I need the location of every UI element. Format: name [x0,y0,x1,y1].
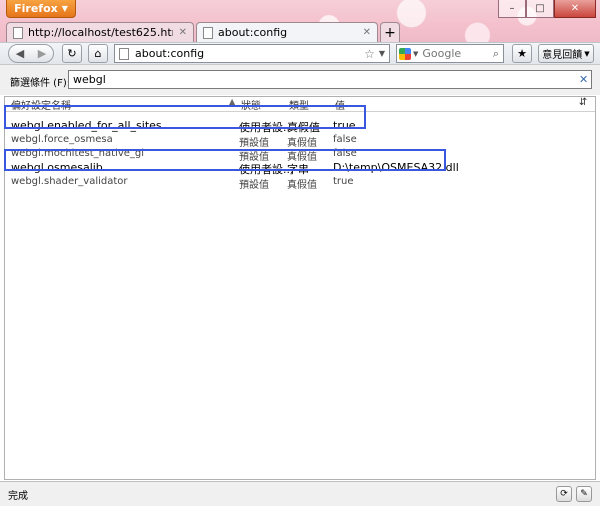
close-window-button[interactable]: ✕ [554,0,596,18]
close-tab-icon[interactable]: ✕ [363,27,371,38]
status-bar: 完成 ⟳ ✎ [0,481,600,506]
back-arrow-icon[interactable]: ◀ [16,47,24,60]
column-header-type[interactable]: 類型 [289,97,309,112]
feedback-label: 意見回饋 [542,50,583,61]
pref-status: 預設值 [239,180,269,191]
url-input[interactable] [135,47,365,60]
close-tab-icon[interactable]: ✕ [179,27,187,38]
pref-value: true [333,119,356,132]
tab-about-config[interactable]: about:config ✕ [196,22,378,42]
bookmark-star-icon[interactable]: ☆ [364,47,375,61]
table-row[interactable]: webgl.shader_validator 預設值 真假值 true [5,176,595,191]
status-icons: ⟳ ✎ [556,486,592,502]
pref-name: webgl.mochitest_native_gl [11,147,145,159]
reload-button[interactable]: ↻ [62,44,82,63]
pref-type: 真假值 [287,121,320,134]
pref-value: false [333,147,357,159]
back-forward-group: ◀ ▶ [8,44,54,63]
pref-value: D:\temp\OSMESA32.dll [333,161,459,174]
column-picker-icon[interactable]: ⇵ [579,97,587,108]
search-bar[interactable]: ▼ ⌕ [396,44,504,63]
pref-type: 字串 [287,163,309,176]
sort-arrow-icon: ▲ [229,97,236,106]
dropdown-arrow-icon: ▼ [584,49,590,58]
home-icon: ⌂ [94,47,102,60]
reload-icon: ↻ [67,47,77,60]
column-header-name[interactable]: 偏好設定名稱 [11,97,71,112]
tools-icon[interactable]: ✎ [576,486,592,502]
pref-type: 真假值 [287,180,317,191]
search-icon[interactable]: ⌕ [493,47,499,61]
status-text: 完成 [8,491,28,502]
page-icon [119,47,129,60]
filter-row: 篩選條件 (F): ✕ [0,64,600,95]
tab-label: http://localhost/test625.html [28,26,173,39]
column-header-value[interactable]: 值 [335,97,345,112]
dropdown-arrow-icon: ▼ [61,4,68,13]
page-icon [13,26,23,39]
table-header: 偏好設定名稱 ▲ 狀態 類型 值 ⇵ [5,97,595,112]
home-button[interactable]: ⌂ [88,44,108,63]
column-header-status[interactable]: 狀態 [241,97,261,112]
pref-status: 使用者設... [239,163,294,176]
bookmarks-icon: ★ [517,47,527,60]
pref-name: webgl.shader_validator [11,176,128,187]
table-row[interactable]: webgl.osmesalib 使用者設... 字串 D:\temp\OSMES… [5,161,595,176]
forward-arrow-icon[interactable]: ▶ [38,47,46,60]
navigation-toolbar: ◀ ▶ ↻ ⌂ ☆ ▼ ▼ ⌕ ★ 意見回饋 ▼ [0,42,600,65]
pref-value: true [333,176,354,187]
pref-status: 使用者設... [239,121,294,134]
tab-localhost-test625[interactable]: http://localhost/test625.html ✕ [6,22,194,42]
maximize-button[interactable]: □ [526,0,554,18]
pref-name: webgl.osmesalib [11,161,103,174]
pref-name: webgl.enabled_for_all_sites [11,119,162,132]
google-icon[interactable] [399,47,411,60]
firefox-menu-label: Firefox [14,2,58,15]
pref-name: webgl.force_osmesa [11,134,113,145]
preferences-table: 偏好設定名稱 ▲ 狀態 類型 值 ⇵ webgl.enabled_for_all… [4,96,596,480]
tab-strip: http://localhost/test625.html ✕ about:co… [6,22,400,42]
window-controls: – □ ✕ [498,0,596,18]
table-row[interactable]: webgl.force_osmesa 預設值 真假值 false [5,134,595,149]
url-bar[interactable]: ☆ ▼ [114,44,390,63]
table-row[interactable]: webgl.mochitest_native_gl 預設值 真假值 false [5,147,595,163]
pref-value: false [333,134,357,145]
firefox-menu-button[interactable]: Firefox ▼ [6,0,76,18]
table-row[interactable]: webgl.enabled_for_all_sites 使用者設... 真假值 … [5,119,595,134]
page-icon [203,26,213,39]
filter-input[interactable] [68,70,592,89]
new-tab-button[interactable]: + [380,22,400,42]
addon-icon[interactable]: ⟳ [556,486,572,502]
minimize-button[interactable]: – [498,0,526,18]
feedback-button[interactable]: 意見回饋 ▼ [538,44,594,63]
clear-filter-icon[interactable]: ✕ [579,73,588,86]
tab-label: about:config [218,26,288,39]
filter-label: 篩選條件 (F): [10,78,71,89]
dropdown-arrow-icon[interactable]: ▼ [379,49,385,58]
bookmarks-button[interactable]: ★ [512,44,532,63]
search-input[interactable] [418,47,493,60]
